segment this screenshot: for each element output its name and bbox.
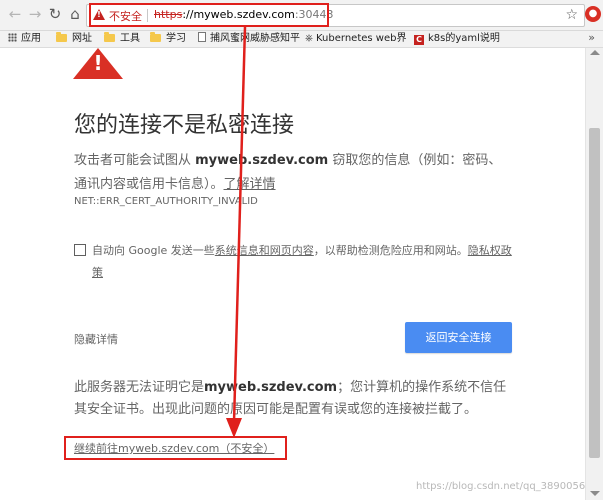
send-info-checkbox[interactable] bbox=[74, 244, 86, 256]
error-code: NET::ERR_CERT_AUTHORITY_INVALID bbox=[74, 196, 258, 207]
watermark: https://blog.csdn.net/qq_3890056 bbox=[416, 481, 586, 492]
bookmark-folder-urls[interactable]: 网址 bbox=[56, 32, 92, 46]
scroll-down-icon[interactable] bbox=[590, 491, 600, 496]
details-host: myweb.szdev.com bbox=[204, 380, 338, 395]
back-to-safety-button[interactable]: 返回安全连接 bbox=[405, 322, 512, 353]
bookmarks-overflow-icon[interactable]: » bbox=[588, 31, 595, 44]
page-icon bbox=[198, 32, 206, 42]
warning-description: 攻击者可能会试图从 myweb.szdev.com 窃取您的信息（例如：密码、通… bbox=[74, 153, 502, 192]
send-info-label: 自动向 Google 发送一些系统信息和网页内容，以帮助检测危险应用和网站。隐私… bbox=[92, 244, 512, 279]
desc-host: myweb.szdev.com bbox=[195, 153, 329, 168]
details-explanation: 此服务器无法证明它是myweb.szdev.com；您计算机的操作系统不信任其安… bbox=[74, 380, 507, 417]
learn-more-link[interactable]: 了解详情 bbox=[224, 177, 276, 192]
kubernetes-icon: ⎈ bbox=[305, 33, 313, 44]
reload-icon[interactable]: ↻ bbox=[46, 5, 64, 23]
forward-arrow-icon[interactable]: → bbox=[26, 5, 44, 23]
bookmark-honeynet[interactable]: 捕风蜜网威胁感知平 bbox=[198, 32, 300, 46]
scrollbar-thumb[interactable] bbox=[589, 128, 600, 458]
bookmarks-bar: 应用 网址 工具 学习 捕风蜜网威胁感知平 ⎈ Kubernetes web界 C… bbox=[0, 31, 603, 48]
folder-icon bbox=[56, 32, 67, 42]
csdn-c-icon: C bbox=[414, 35, 424, 45]
hide-details-button[interactable]: 隐藏详情 bbox=[74, 331, 118, 347]
back-arrow-icon[interactable]: ← bbox=[6, 5, 24, 23]
page-title: 您的连接不是私密连接 bbox=[74, 113, 295, 138]
folder-icon bbox=[104, 32, 115, 42]
star-icon[interactable]: ☆ bbox=[565, 7, 578, 23]
bookmark-kubernetes[interactable]: ⎈ Kubernetes web界 bbox=[305, 32, 406, 46]
interstitial-page: ! 您的连接不是私密连接 攻击者可能会试图从 myweb.szdev.com 窃… bbox=[0, 48, 585, 500]
apps-grid-icon bbox=[8, 33, 17, 42]
bookmark-folder-study[interactable]: 学习 bbox=[150, 32, 186, 46]
folder-icon bbox=[150, 32, 161, 42]
bookmark-folder-tools[interactable]: 工具 bbox=[104, 32, 140, 46]
vertical-scrollbar[interactable] bbox=[585, 48, 603, 500]
bookmark-k8s-yaml[interactable]: Ck8s的yaml说明 bbox=[414, 32, 500, 46]
home-icon[interactable]: ⌂ bbox=[66, 5, 84, 23]
annotation-box-url bbox=[89, 3, 329, 27]
extension-icon[interactable]: ● bbox=[585, 6, 601, 22]
scroll-up-icon[interactable] bbox=[590, 50, 600, 55]
bookmark-apps[interactable]: 应用 bbox=[8, 32, 41, 46]
system-info-link[interactable]: 系统信息和网页内容 bbox=[215, 244, 314, 257]
annotation-box-proceed bbox=[64, 436, 287, 460]
